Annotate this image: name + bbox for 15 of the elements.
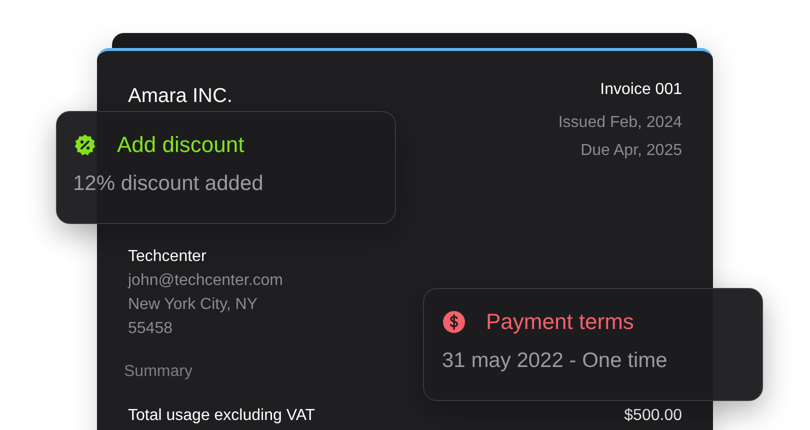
issued-date: Issued Feb, 2024 <box>558 113 682 133</box>
client-detail: 55458 <box>128 319 172 339</box>
card-title: Payment terms <box>486 309 634 335</box>
row-amount: $500.00 <box>624 407 682 425</box>
card-text: 12% discount added <box>73 172 264 196</box>
row-label: Total usage excluding VAT <box>128 407 316 425</box>
card-title: Add discount <box>117 132 244 158</box>
client-name: Techcenter <box>128 247 206 267</box>
summary-label: Summary <box>124 363 192 381</box>
client-detail: john@techcenter.com <box>128 271 283 291</box>
company-name: Amara INC. <box>128 85 232 108</box>
due-date: Due Apr, 2025 <box>580 141 682 161</box>
card-text: 31 may 2022 - One time <box>442 349 668 373</box>
client-detail: New York City, NY <box>128 295 258 315</box>
invoice-number: Invoice 001 <box>600 81 682 99</box>
